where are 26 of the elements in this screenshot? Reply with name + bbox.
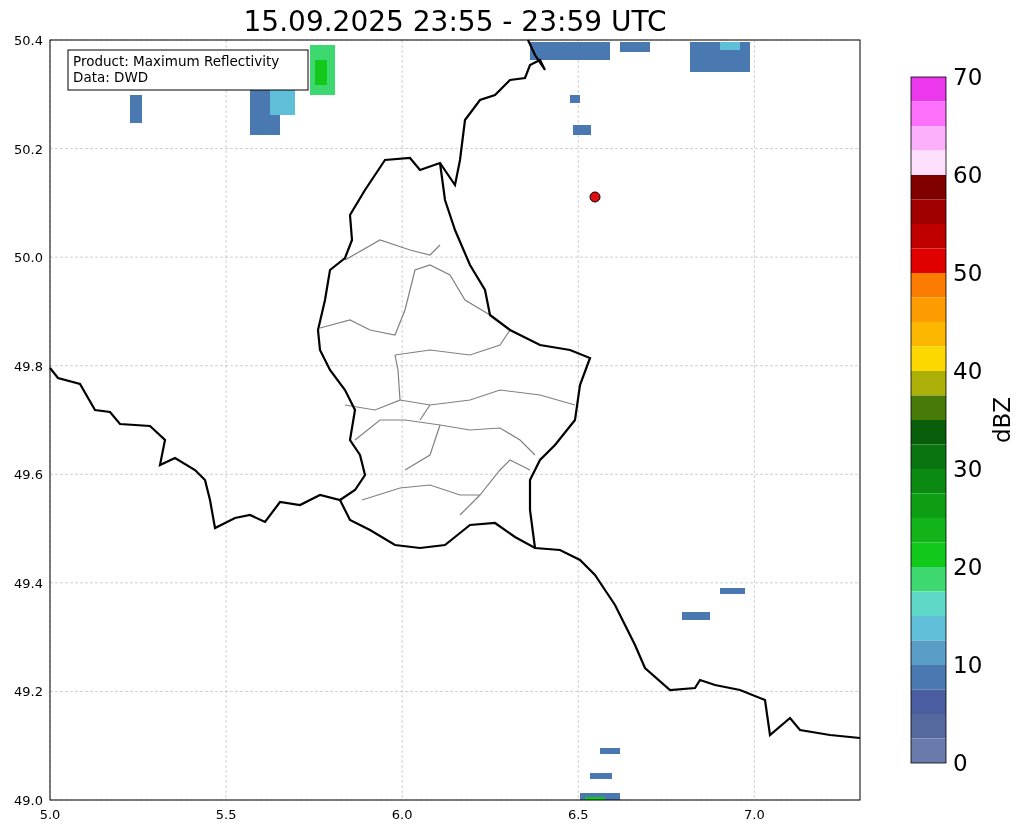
colorbar-tick-label: 50 (953, 260, 983, 286)
legend-text: Data: DWD (73, 69, 149, 85)
colorbar-tick-label: 20 (953, 554, 983, 580)
colorbar-tick-label: 60 (953, 162, 983, 188)
y-tick-label: 50.0 (14, 250, 43, 266)
y-tick-label: 49.6 (14, 467, 43, 483)
x-tick-label: 6.0 (391, 807, 413, 822)
x-tick-label: 7.0 (744, 807, 765, 822)
y-tick-label: 50.2 (14, 141, 43, 157)
chart-title: 15.09.2025 23:55 - 23:59 UTC (243, 5, 667, 38)
x-tick-label: 5.0 (39, 807, 61, 822)
y-tick-label: 49.8 (14, 358, 43, 374)
legend-text: Product: Maximum Reflectivity (73, 53, 280, 69)
location-marker (589, 191, 601, 203)
y-tick-label: 49.2 (14, 684, 43, 700)
y-tick-label: 49.0 (14, 793, 43, 808)
y-tick-label: 49.4 (14, 575, 43, 591)
colorbar-tick-label: 0 (953, 750, 968, 776)
x-tick-label: 5.5 (215, 807, 237, 822)
y-tick-label: 50.4 (14, 33, 43, 48)
colorbar-tick-label: 10 (953, 652, 983, 678)
colorbar-label: dBZ (989, 396, 1015, 444)
colorbar-tick-label: 30 (953, 456, 983, 482)
x-tick-label: 6.5 (567, 807, 589, 822)
colorbar-tick-label: 40 (953, 358, 983, 384)
colorbar-tick-label: 70 (953, 64, 983, 90)
